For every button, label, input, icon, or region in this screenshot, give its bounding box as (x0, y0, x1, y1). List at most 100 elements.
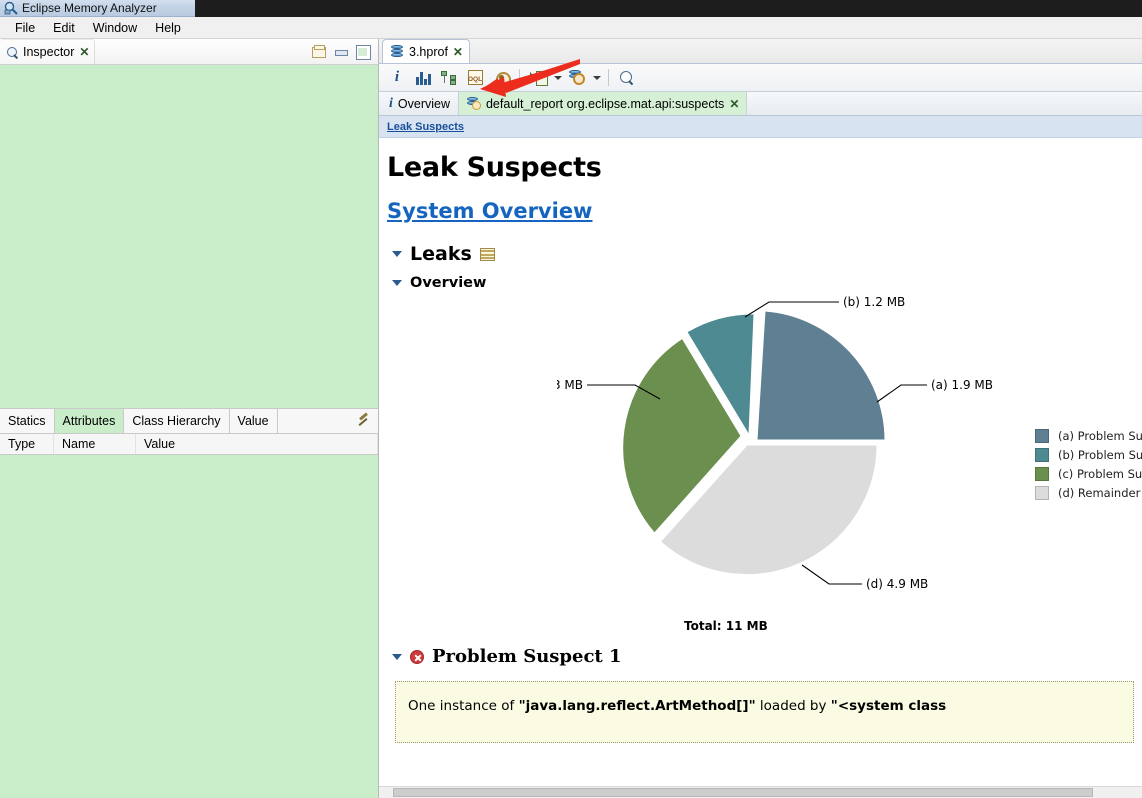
report-inner: Leak Suspects System Overview Leaks Over… (379, 152, 1142, 743)
info-icon: i (389, 95, 393, 111)
maximize-icon[interactable] (355, 44, 371, 60)
pie-chart-svg: (b) 1.2 MB (a) 1.9 MB (c) 3 MB (d) 4.9 M… (533, 295, 993, 591)
lower-tabs-spacer (278, 409, 356, 433)
close-icon[interactable]: ✕ (729, 98, 739, 110)
inspector-view-actions (311, 44, 378, 60)
legend-item: (d) Remainder (1035, 486, 1142, 500)
inspector-content-area (0, 65, 378, 408)
attributes-table-body (0, 455, 378, 798)
section-problem-suspect-1: Problem Suspect 1 (387, 646, 1142, 667)
leader-line-d (801, 564, 862, 585)
editor-toolbar: i OQL (379, 64, 1142, 92)
pin-icon[interactable] (356, 413, 372, 429)
tab-overview[interactable]: i Overview (381, 92, 459, 115)
inspector-tabbar: Inspector ✕ (0, 39, 378, 65)
legend-label-b: (b) Problem Sus (1058, 448, 1142, 462)
db-gear-icon (569, 70, 585, 85)
column-header-value[interactable]: Value (136, 434, 378, 454)
close-icon[interactable]: ✕ (79, 46, 89, 58)
minimize-icon[interactable] (334, 45, 348, 58)
window-titlebar: Eclipse Memory Analyzer (0, 0, 1142, 17)
column-header-name[interactable]: Name (54, 434, 136, 454)
legend-item: (a) Problem Sus (1035, 429, 1142, 443)
menu-help[interactable]: Help (146, 19, 190, 37)
section-leaks-label: Leaks (410, 243, 472, 265)
link-with-editor-icon[interactable] (311, 44, 326, 59)
tab-class-hierarchy[interactable]: Class Hierarchy (124, 409, 230, 433)
menu-file[interactable]: File (6, 19, 44, 37)
report-tabbar: i Overview default_report org.eclipse.ma… (379, 92, 1142, 116)
oql-button[interactable]: OQL (463, 67, 487, 89)
suspect-class-name: "java.lang.reflect.ArtMethod[]" (518, 698, 756, 714)
tab-inspector-label: Inspector (23, 45, 75, 59)
tab-default-report-label: default_report org.eclipse.mat.api:suspe… (485, 96, 725, 111)
section-problem-suspect-label: Problem Suspect 1 (432, 646, 622, 667)
find-button[interactable] (615, 67, 639, 89)
memory-analyzer-icon (4, 1, 18, 15)
chevron-down-icon[interactable] (392, 653, 402, 660)
leader-line-b (744, 301, 839, 318)
search-icon (619, 70, 635, 86)
scrollbar-thumb[interactable] (393, 788, 1093, 797)
legend-swatch-a (1035, 429, 1049, 443)
query-browser-button[interactable] (565, 67, 589, 89)
pie-svg-wrap: (b) 1.2 MB (a) 1.9 MB (c) 3 MB (d) 4.9 M… (533, 295, 1077, 628)
column-header-type[interactable]: Type (0, 434, 54, 454)
problem-suspect-description: One instance of "java.lang.reflect.ArtMe… (395, 681, 1134, 743)
run-report-dropdown[interactable] (552, 67, 563, 89)
menu-edit[interactable]: Edit (44, 19, 84, 37)
query-browser-dropdown[interactable] (591, 67, 602, 89)
overview-info-button[interactable]: i (385, 67, 409, 89)
gear-icon (494, 70, 511, 87)
titlebar-dark-fill (195, 0, 1142, 17)
pie-legend: (a) Problem Sus (b) Problem Sus (c) Prob… (1035, 429, 1142, 500)
toolbar-separator (519, 69, 520, 86)
tab-overview-label: Overview (397, 96, 450, 111)
pie-label-c: (c) 3 MB (557, 378, 583, 392)
pie-slice-a (756, 310, 886, 441)
error-icon (410, 649, 424, 664)
workbench: Inspector ✕ Statics Attributes Class Hie… (0, 39, 1142, 798)
tab-default-report-suspects[interactable]: default_report org.eclipse.mat.api:suspe… (458, 92, 748, 115)
tab-3-hprof-label: 3.hprof (409, 44, 448, 59)
leader-line-a (876, 384, 927, 403)
tab-value[interactable]: Value (230, 409, 278, 433)
tab-inspector[interactable]: Inspector ✕ (0, 39, 96, 64)
run-report-button[interactable] (526, 67, 550, 89)
inspect-button[interactable] (489, 67, 513, 89)
tab-statics[interactable]: Statics (0, 409, 55, 433)
legend-label-d: (d) Remainder (1058, 486, 1141, 500)
menu-window[interactable]: Window (84, 19, 146, 37)
section-overview: Overview (387, 275, 1142, 291)
report-icon (466, 97, 481, 110)
tab-3-hprof[interactable]: 3.hprof ✕ (382, 39, 470, 63)
dominator-tree-button[interactable] (437, 67, 461, 89)
info-icon: i (394, 69, 400, 85)
inspector-view: Inspector ✕ Statics Attributes Class Hie… (0, 39, 379, 798)
attributes-table-header: Type Name Value (0, 434, 378, 455)
tab-attributes[interactable]: Attributes (54, 409, 125, 433)
suspect-text-mid: loaded by (755, 698, 831, 714)
page-title: Leak Suspects (387, 152, 602, 183)
histogram-button[interactable] (411, 67, 435, 89)
pie-label-b: (b) 1.2 MB (843, 295, 905, 309)
heap-dump-icon (390, 44, 404, 59)
tree-icon (441, 70, 457, 85)
chevron-down-icon[interactable] (392, 251, 402, 257)
legend-label-c: (c) Problem Sus (1058, 467, 1142, 481)
legend-item: (c) Problem Sus (1035, 467, 1142, 481)
oql-icon: OQL (467, 70, 483, 85)
chevron-down-icon[interactable] (392, 280, 402, 286)
report-badge-icon (479, 247, 495, 261)
histogram-icon (415, 71, 431, 85)
system-overview-link[interactable]: System Overview (387, 199, 592, 223)
suspect-class-loader: "<system class (830, 698, 947, 714)
legend-label-a: (a) Problem Sus (1058, 429, 1142, 443)
toolbar-separator (608, 69, 609, 86)
horizontal-scrollbar[interactable]: ⋯ (379, 786, 1142, 798)
section-leaks: Leaks (387, 243, 1142, 265)
window-title: Eclipse Memory Analyzer (22, 1, 157, 15)
legend-swatch-d (1035, 486, 1049, 500)
close-icon[interactable]: ✕ (453, 46, 463, 58)
breadcrumb-leak-suspects[interactable]: Leak Suspects (387, 121, 464, 133)
